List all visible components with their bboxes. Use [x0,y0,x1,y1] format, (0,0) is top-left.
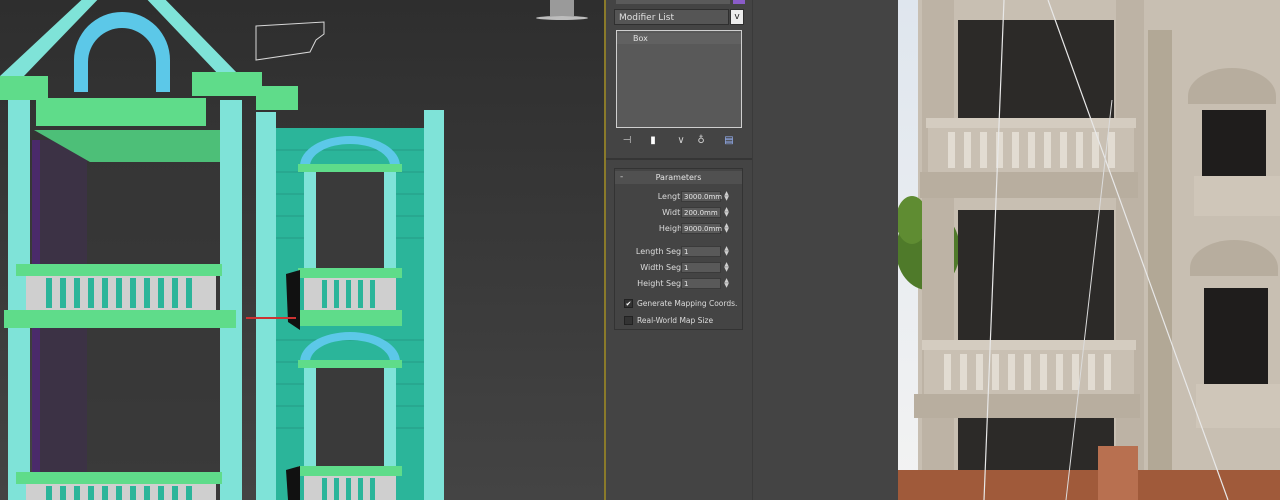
width-input[interactable]: 200.0mm [681,207,721,218]
spinner-icon[interactable]: ▲ ▼ [723,223,730,234]
chevron-down-icon[interactable]: v [730,9,744,25]
param-height-segs: Height Segs: 1 ▲ ▼ [615,277,742,290]
spinner-icon[interactable]: ▲ ▼ [723,246,730,257]
building-3d-model [0,0,604,500]
param-length: Length: 3000.0mm ▲ ▼ [615,190,742,203]
parameters-rollout-header[interactable]: - Parameters [615,171,742,184]
parameters-rollout: - Parameters Length: 3000.0mm ▲ ▼ Width: … [614,168,743,330]
height-segs-input[interactable]: 1 [681,278,721,289]
spinner-icon[interactable]: ▲ ▼ [723,207,730,218]
modifier-list-dropdown[interactable]: Modifier List [614,9,729,25]
reference-photo [898,0,1280,500]
building-photo [898,0,1280,500]
param-width: Width: 200.0mm ▲ ▼ [615,206,742,219]
spinner-icon[interactable]: ▲ ▼ [723,262,730,273]
parameters-title: Parameters [655,173,702,182]
generate-mapping-coords-label: Generate Mapping Coords. [637,299,738,308]
perspective-viewport[interactable] [0,0,604,500]
height-input[interactable]: 9000.0mm [681,223,722,234]
configure-modifier-sets-icon[interactable]: ▤ [722,134,736,148]
real-world-map-size-label: Real-World Map Size [637,316,714,325]
generate-mapping-coords-checkbox[interactable]: ✔ [624,299,633,308]
remove-modifier-icon[interactable]: ♁ [694,134,708,148]
pin-stack-icon[interactable]: ⊣ [620,134,634,148]
stack-item-box[interactable]: Box [617,33,741,44]
real-world-map-size-checkbox[interactable] [624,316,633,325]
show-end-result-icon[interactable]: ▮ [646,134,660,148]
spinner-icon[interactable]: ▲ ▼ [723,278,730,289]
make-unique-icon[interactable]: ∨ [674,134,688,148]
width-segs-input[interactable]: 1 [681,262,721,273]
param-width-segs: Width Segs: 1 ▲ ▼ [615,261,742,274]
empty-panel-area [752,0,899,500]
modifier-stack-toolbar: ⊣ ▮ ∨ ♁ ▤ [614,134,744,148]
param-length-segs: Length Segs: 1 ▲ ▼ [615,245,742,258]
object-name-field[interactable] [616,0,730,4]
panel-divider [606,158,752,160]
collapse-icon: - [620,172,624,182]
param-height: Height: 9000.0mm ▲ ▼ [615,222,742,235]
length-segs-input[interactable]: 1 [681,246,721,257]
length-input[interactable]: 3000.0mm [681,191,722,202]
object-color-swatch[interactable] [733,0,745,4]
spinner-icon[interactable]: ▲ ▼ [723,191,730,202]
modifier-stack[interactable]: Box [616,30,742,128]
